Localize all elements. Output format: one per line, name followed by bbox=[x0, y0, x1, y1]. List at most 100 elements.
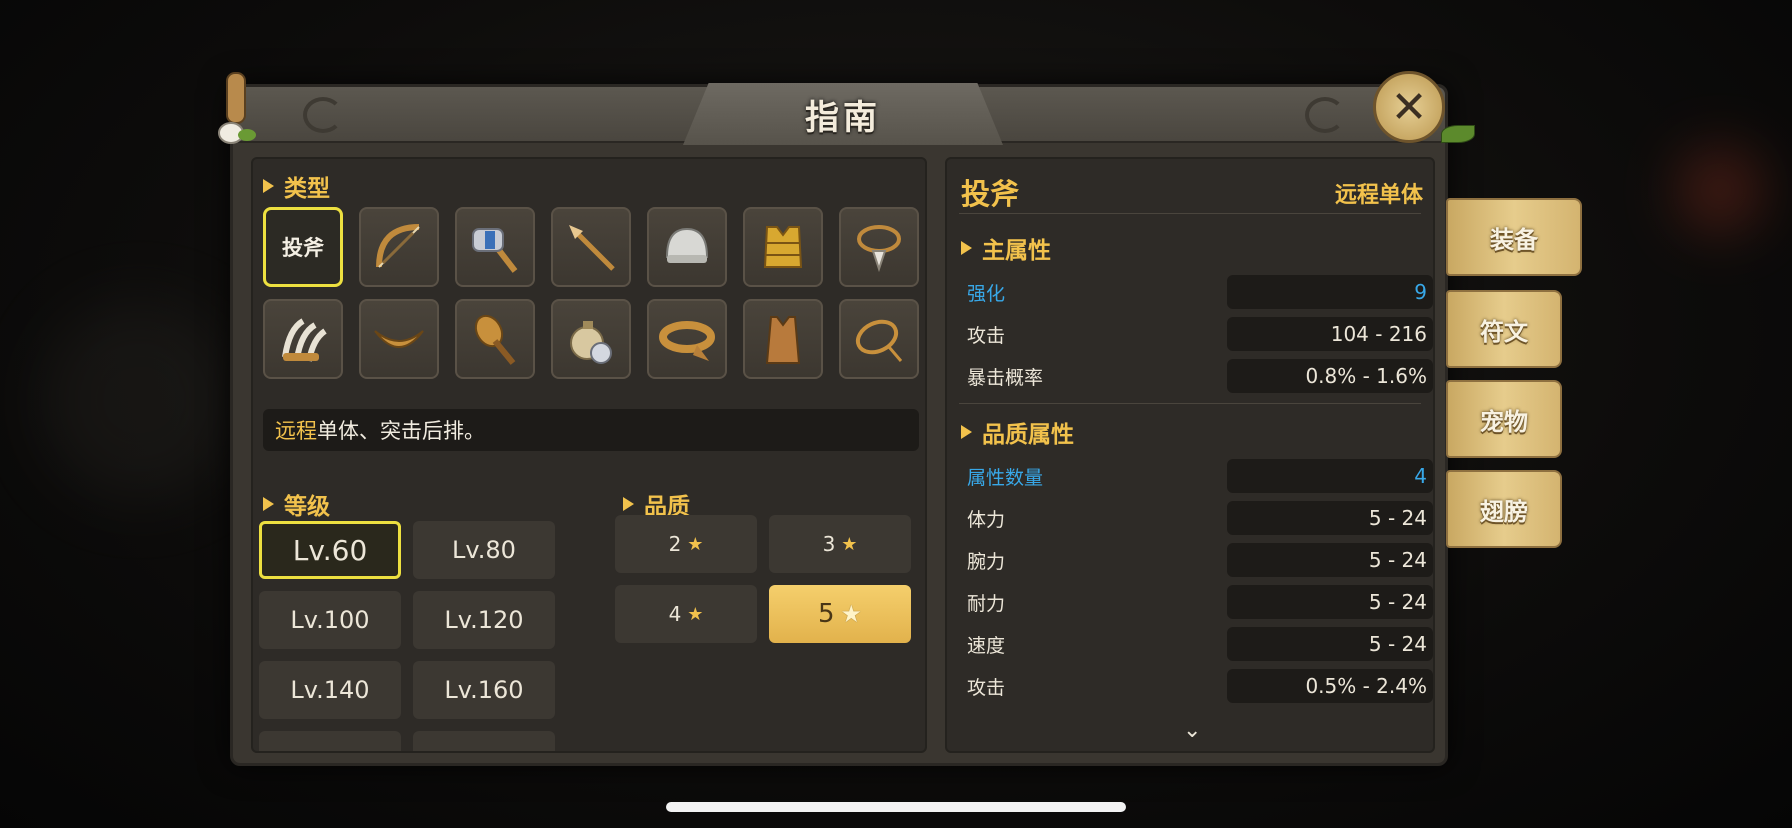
attr-name: 体力 bbox=[967, 509, 1006, 531]
description-text: 单体、突击后排。 bbox=[317, 419, 485, 443]
necklace-icon bbox=[857, 225, 901, 273]
quality-button[interactable]: 2 ★ bbox=[615, 515, 757, 573]
boomerang-icon bbox=[374, 330, 424, 348]
quality-attr-header: 品质属性 bbox=[961, 415, 1074, 449]
tab-label: 装备 bbox=[1490, 225, 1538, 254]
quality-button[interactable]: 4 ★ bbox=[615, 585, 757, 643]
attr-value: 5 - 24 bbox=[1227, 627, 1433, 661]
level-section-label: 等级 bbox=[284, 494, 330, 520]
attr-row: 腕力 5 - 24 bbox=[961, 543, 1433, 577]
type-helmet[interactable] bbox=[647, 207, 727, 287]
type-rope[interactable] bbox=[839, 299, 919, 379]
tunic-icon bbox=[765, 316, 801, 364]
type-spear[interactable] bbox=[551, 207, 631, 287]
attr-name: 攻击 bbox=[967, 677, 1006, 699]
detail-panel: 投斧 远程单体 主属性 强化 9 攻击 104 - 216 暴击概率 0.8% … bbox=[945, 157, 1435, 753]
attr-value: 5 - 24 bbox=[1227, 543, 1433, 577]
attr-name: 耐力 bbox=[967, 593, 1006, 615]
spear-icon bbox=[569, 225, 615, 271]
triangle-bullet-icon bbox=[961, 425, 972, 439]
triangle-bullet-icon bbox=[961, 241, 972, 255]
level-grid: Lv.60 Lv.80 Lv.100 Lv.120 Lv.140 Lv.160 bbox=[259, 521, 555, 751]
level-button[interactable]: Lv.140 bbox=[259, 661, 401, 719]
club-icon bbox=[474, 314, 516, 365]
guide-window: 指南 ✕ 类型 投斧 远程 单体、突击后排。 等级 Lv.60 Lv.80 Lv… bbox=[218, 71, 1475, 766]
type-stone-hammer[interactable] bbox=[455, 207, 535, 287]
type-bow[interactable] bbox=[359, 207, 439, 287]
quality-value: 3 bbox=[822, 532, 836, 556]
tab-equipment[interactable]: 装备 bbox=[1446, 198, 1582, 276]
level-button[interactable]: Lv.80 bbox=[413, 521, 555, 579]
star-icon: ★ bbox=[841, 533, 858, 555]
main-attr-header: 主属性 bbox=[961, 231, 1051, 265]
attr-value: 0.5% - 2.4% bbox=[1227, 669, 1433, 703]
attr-name: 速度 bbox=[967, 635, 1006, 657]
star-icon: ★ bbox=[687, 603, 704, 625]
attr-name: 属性数量 bbox=[967, 467, 1044, 489]
tab-wings[interactable]: 翅膀 bbox=[1446, 470, 1562, 548]
pouch-icon bbox=[570, 321, 612, 364]
type-belt[interactable] bbox=[647, 299, 727, 379]
tab-label: 符文 bbox=[1480, 317, 1528, 346]
triangle-bullet-icon bbox=[263, 179, 274, 193]
window-title: 指南 bbox=[805, 97, 881, 138]
quality-button-selected[interactable]: 5 ★ bbox=[769, 585, 911, 643]
chevron-down-icon[interactable]: ⌄ bbox=[1183, 718, 1201, 743]
level-button-partial[interactable] bbox=[259, 731, 401, 751]
level-button[interactable]: Lv.120 bbox=[413, 591, 555, 649]
attr-row: 攻击 104 - 216 bbox=[961, 317, 1433, 351]
tab-runes[interactable]: 符文 bbox=[1446, 290, 1562, 368]
type-throwing-axe[interactable]: 投斧 bbox=[263, 207, 343, 287]
type-club[interactable] bbox=[455, 299, 535, 379]
leaf-ornament-icon bbox=[1441, 125, 1475, 143]
level-button[interactable]: Lv.60 bbox=[259, 521, 401, 579]
type-description: 远程 单体、突击后排。 bbox=[263, 409, 919, 451]
main-attr-label: 主属性 bbox=[982, 238, 1051, 264]
bone-ornament-icon bbox=[218, 72, 256, 144]
belt-icon bbox=[659, 321, 715, 361]
level-button-partial[interactable] bbox=[413, 731, 555, 751]
triangle-bullet-icon bbox=[263, 497, 274, 511]
stone-hammer-icon bbox=[472, 228, 518, 273]
background-glow bbox=[1680, 150, 1760, 230]
attr-value: 4 bbox=[1227, 459, 1433, 493]
tab-pets[interactable]: 宠物 bbox=[1446, 380, 1562, 458]
description-highlight: 远程 bbox=[275, 419, 317, 443]
quality-button[interactable]: 3 ★ bbox=[769, 515, 911, 573]
type-tunic[interactable] bbox=[743, 299, 823, 379]
close-button[interactable]: ✕ bbox=[1373, 71, 1445, 143]
attr-name: 暴击概率 bbox=[967, 367, 1044, 389]
quality-value: 4 bbox=[668, 602, 682, 626]
item-subtype: 远程单体 bbox=[1334, 183, 1423, 208]
level-button[interactable]: Lv.160 bbox=[413, 661, 555, 719]
attr-value: 0.8% - 1.6% bbox=[1227, 359, 1433, 393]
level-button[interactable]: Lv.100 bbox=[259, 591, 401, 649]
attr-value: 9 bbox=[1227, 275, 1433, 309]
type-pouch[interactable] bbox=[551, 299, 631, 379]
attr-row: 体力 5 - 24 bbox=[961, 501, 1433, 535]
item-name: 投斧 bbox=[961, 177, 1020, 211]
attr-value: 104 - 216 bbox=[1227, 317, 1433, 351]
bow-icon bbox=[376, 224, 420, 268]
swirl-ornament-icon bbox=[303, 97, 343, 133]
triangle-bullet-icon bbox=[623, 497, 634, 511]
home-indicator[interactable] bbox=[666, 802, 1126, 812]
tab-label: 宠物 bbox=[1480, 407, 1528, 436]
attr-row: 暴击概率 0.8% - 1.6% bbox=[961, 359, 1433, 393]
quality-grid: 2 ★ 3 ★ 4 ★ 5 ★ bbox=[615, 515, 911, 643]
claw-icon bbox=[282, 318, 327, 362]
attr-row: 强化 9 bbox=[961, 275, 1433, 309]
star-icon: ★ bbox=[840, 600, 863, 628]
background-glow bbox=[40, 300, 240, 500]
title-bar: 指南 bbox=[233, 83, 1445, 145]
type-chest-armor[interactable] bbox=[743, 207, 823, 287]
type-necklace[interactable] bbox=[839, 207, 919, 287]
attr-value: 5 - 24 bbox=[1227, 501, 1433, 535]
chest-armor-icon bbox=[763, 226, 803, 268]
attr-row: 速度 5 - 24 bbox=[961, 627, 1433, 661]
quality-value: 2 bbox=[668, 532, 682, 556]
type-claw[interactable] bbox=[263, 299, 343, 379]
star-icon: ★ bbox=[687, 533, 704, 555]
type-boomerang[interactable] bbox=[359, 299, 439, 379]
type-section-label: 类型 bbox=[284, 176, 330, 202]
